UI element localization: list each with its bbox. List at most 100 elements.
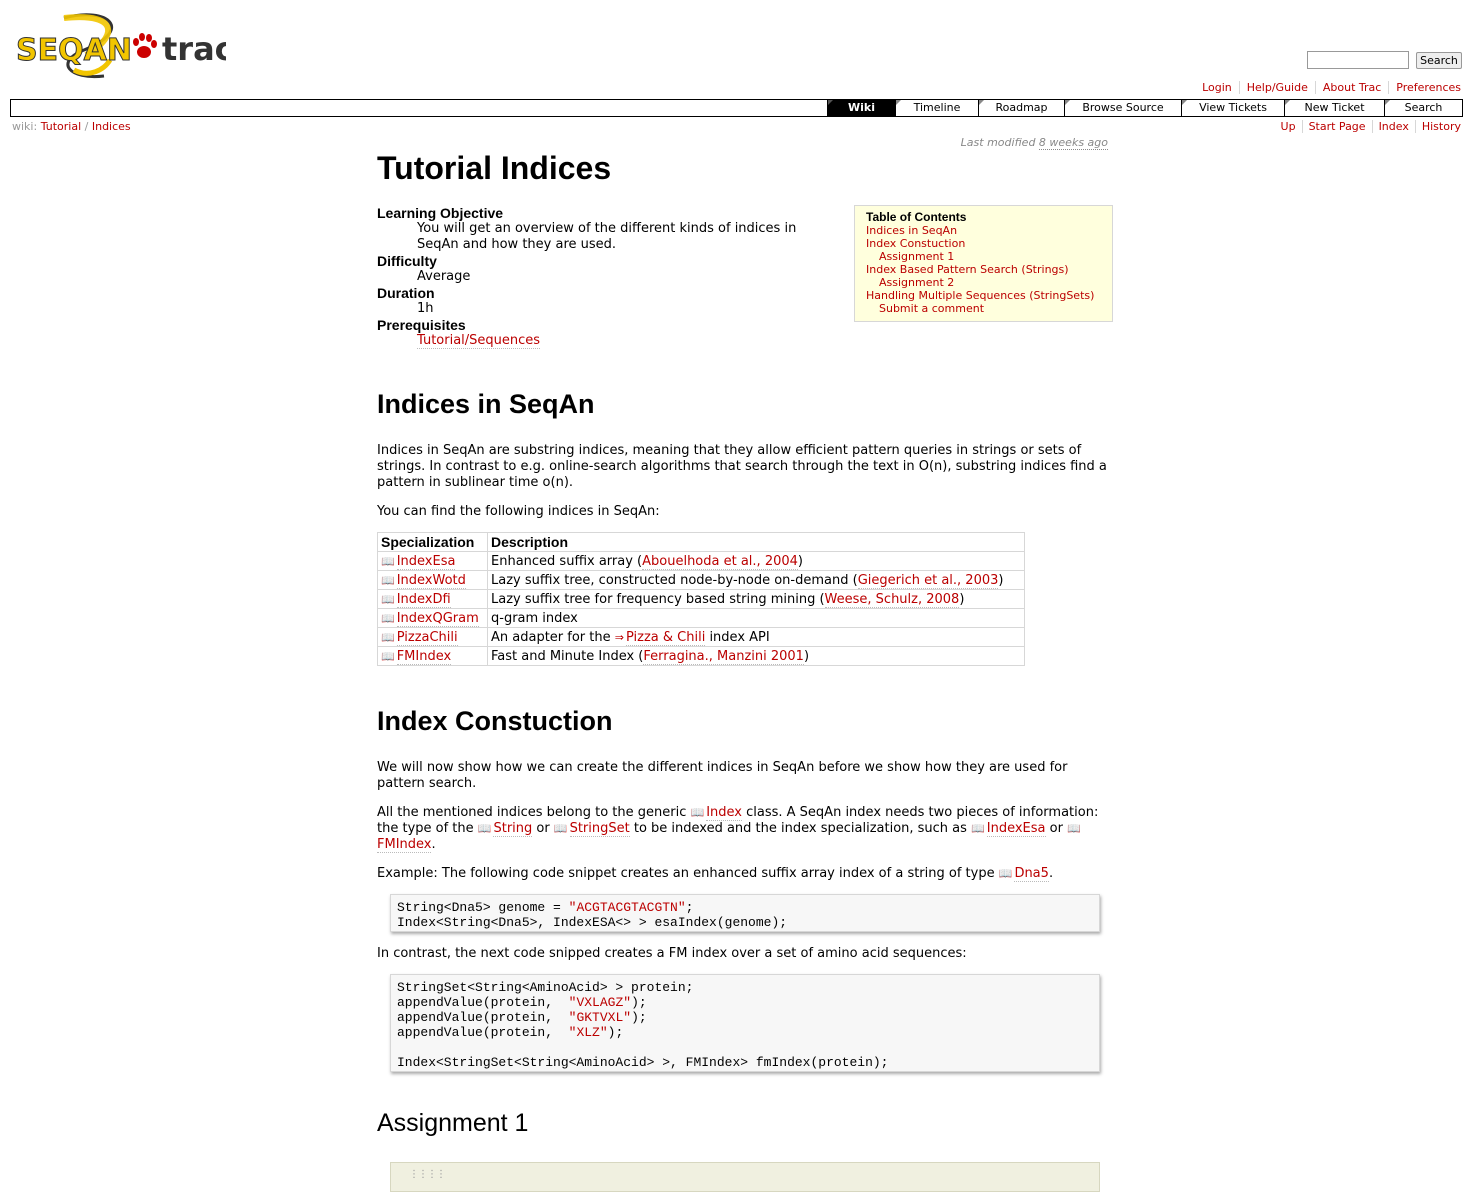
- text: .: [431, 837, 436, 852]
- spec-link[interactable]: IndexDfi: [396, 591, 451, 608]
- spec-link[interactable]: PizzaChili: [396, 629, 458, 646]
- page-title: Tutorial Indices: [377, 150, 612, 186]
- seqan-trac-logo[interactable]: SEQAN trac: [14, 10, 234, 80]
- book-icon: 📖: [381, 611, 395, 625]
- table-header: Specialization: [377, 532, 488, 552]
- book-icon: 📖: [1067, 822, 1081, 835]
- last-modified-ago[interactable]: 8 weeks ago: [1038, 136, 1108, 150]
- duration-def: 1h: [417, 301, 434, 316]
- string-class-link[interactable]: String: [493, 821, 533, 837]
- spec-link[interactable]: FMIndex: [396, 648, 452, 665]
- stringset-class-link[interactable]: StringSet: [569, 821, 630, 837]
- nav-roadmap[interactable]: Roadmap: [978, 100, 1064, 116]
- fmindex-link[interactable]: FMIndex: [377, 837, 432, 853]
- nav-browse-source[interactable]: Browse Source: [1064, 100, 1181, 116]
- breadcrumb-prefix: wiki:: [12, 120, 38, 133]
- section2-paragraph: In contrast, the next code snipped creat…: [377, 946, 967, 961]
- desc-text: ): [797, 553, 803, 569]
- section2-paragraph: Example: The following code snippet crea…: [377, 866, 1112, 882]
- table-row: 📖 IndexQGram q-gram index: [377, 608, 1025, 628]
- book-icon: 📖: [381, 592, 395, 606]
- toc-item[interactable]: Assignment 1: [866, 250, 1101, 263]
- up-link[interactable]: Up: [1275, 120, 1302, 133]
- dna5-link[interactable]: Dna5: [1014, 866, 1049, 882]
- toc-item[interactable]: Indices in SeqAn: [866, 224, 1101, 237]
- prerequisites-link[interactable]: Tutorial/Sequences: [417, 333, 541, 349]
- table-cell: 📖 FMIndex: [377, 646, 488, 666]
- assignment-box: ⋮⋮⋮⋮: [390, 1162, 1100, 1192]
- book-icon: 📖: [381, 554, 395, 568]
- breadcrumb-tutorial[interactable]: Tutorial: [41, 120, 81, 133]
- start-page-link[interactable]: Start Page: [1301, 120, 1372, 133]
- book-icon: 📖: [553, 822, 568, 835]
- index-link[interactable]: Index: [1371, 120, 1415, 133]
- preferences-link[interactable]: Preferences: [1388, 81, 1461, 94]
- table-cell: 📖 IndexQGram: [377, 608, 488, 628]
- toc-item[interactable]: Assignment 2: [866, 276, 1101, 289]
- history-link[interactable]: History: [1414, 120, 1461, 133]
- breadcrumb-indices[interactable]: Indices: [92, 120, 131, 133]
- book-icon: 📖: [381, 630, 395, 644]
- table-row: 📖 IndexDfi Lazy suffix tree for frequency…: [377, 589, 1025, 609]
- section-heading-index-construction: Index Constuction: [377, 706, 613, 736]
- desc-text: index API: [705, 629, 770, 645]
- book-icon: 📖: [998, 867, 1013, 880]
- nav-new-ticket[interactable]: New Ticket: [1284, 100, 1384, 116]
- table-of-contents: Table of Contents Indices in SeqAn Index…: [854, 205, 1113, 322]
- toc-title: Table of Contents: [866, 210, 967, 224]
- toc-item[interactable]: Submit a comment: [866, 302, 1101, 315]
- table-cell: 📖 IndexDfi: [377, 589, 488, 609]
- last-modified: Last modified 8 weeks ago: [960, 136, 1108, 150]
- table-cell: Lazy suffix tree for frequency based str…: [487, 589, 1025, 609]
- breadcrumb-separator: /: [84, 120, 89, 133]
- spec-link[interactable]: IndexEsa: [396, 553, 456, 570]
- table-cell: Enhanced suffix array (Abouelhoda et al.…: [487, 551, 1025, 571]
- last-modified-prefix: Last modified: [960, 136, 1036, 149]
- reference-link[interactable]: Ferragina., Manzini 2001: [643, 648, 804, 665]
- code-line: appendValue(protein, "XLZ");: [397, 1025, 624, 1040]
- section2-paragraph: We will now show how we can create the d…: [377, 760, 1068, 791]
- table-cell: q-gram index: [487, 608, 1025, 628]
- about-trac-link[interactable]: About Trac: [1314, 81, 1388, 94]
- desc-text: ): [998, 572, 1004, 588]
- reference-link[interactable]: Weese, Schulz, 2008: [824, 591, 960, 608]
- context-navigation: Up Start Page Index History: [1275, 120, 1461, 133]
- collapse-dots-icon[interactable]: ⋮⋮⋮⋮: [409, 1169, 446, 1180]
- reference-link[interactable]: Abouelhoda et al., 2004: [642, 553, 798, 570]
- objectives-list: Learning Objective You will get an overv…: [377, 205, 827, 349]
- table-cell: An adapter for the ⇒ Pizza & Chili index …: [487, 627, 1025, 647]
- spec-link[interactable]: IndexQGram: [396, 610, 479, 627]
- search-input[interactable]: [1307, 51, 1409, 69]
- index-class-link[interactable]: Index: [706, 805, 742, 821]
- text: to be indexed and the index specializati…: [629, 821, 972, 836]
- reference-link[interactable]: Giegerich et al., 2003: [857, 572, 999, 589]
- login-link[interactable]: Login: [1195, 81, 1239, 94]
- desc-text: ): [959, 591, 965, 607]
- difficulty-def: Average: [417, 269, 471, 284]
- code-block: String<Dna5> genome = "ACGTACGTACGTN"; In…: [390, 894, 1100, 932]
- desc-text: q-gram index: [491, 610, 578, 626]
- indexesa-link[interactable]: IndexEsa: [986, 821, 1046, 837]
- toc-item[interactable]: Index Based Pattern Search (Strings): [866, 263, 1101, 276]
- spec-link[interactable]: IndexWotd: [396, 572, 466, 589]
- nav-timeline[interactable]: Timeline: [895, 100, 978, 116]
- text: or: [532, 821, 554, 836]
- nav-search[interactable]: Search: [1384, 100, 1462, 116]
- toc-item[interactable]: Index Constuction: [866, 237, 1101, 250]
- reference-link[interactable]: Pizza & Chili: [625, 629, 706, 646]
- help-guide-link[interactable]: Help/Guide: [1238, 81, 1315, 94]
- book-icon: 📖: [971, 822, 985, 835]
- search-button[interactable]: Search: [1416, 52, 1462, 69]
- table-header-row: Specialization Description: [377, 532, 1025, 552]
- external-link-icon: ⇒: [614, 630, 624, 644]
- section-heading-assignment-1: Assignment 1: [377, 1109, 529, 1137]
- section1-paragraph: You can find the following indices in Se…: [377, 504, 660, 519]
- toc-item[interactable]: Handling Multiple Sequences (StringSets): [866, 289, 1101, 302]
- nav-wiki[interactable]: Wiki: [827, 100, 895, 116]
- nav-view-tickets[interactable]: View Tickets: [1181, 100, 1284, 116]
- prerequisites-def: Tutorial/Sequences: [377, 333, 827, 349]
- table-row: 📖 PizzaChili An adapter for the ⇒ Pizza & …: [377, 627, 1025, 647]
- text: .: [1048, 866, 1054, 881]
- table-cell: 📖 PizzaChili: [377, 627, 488, 647]
